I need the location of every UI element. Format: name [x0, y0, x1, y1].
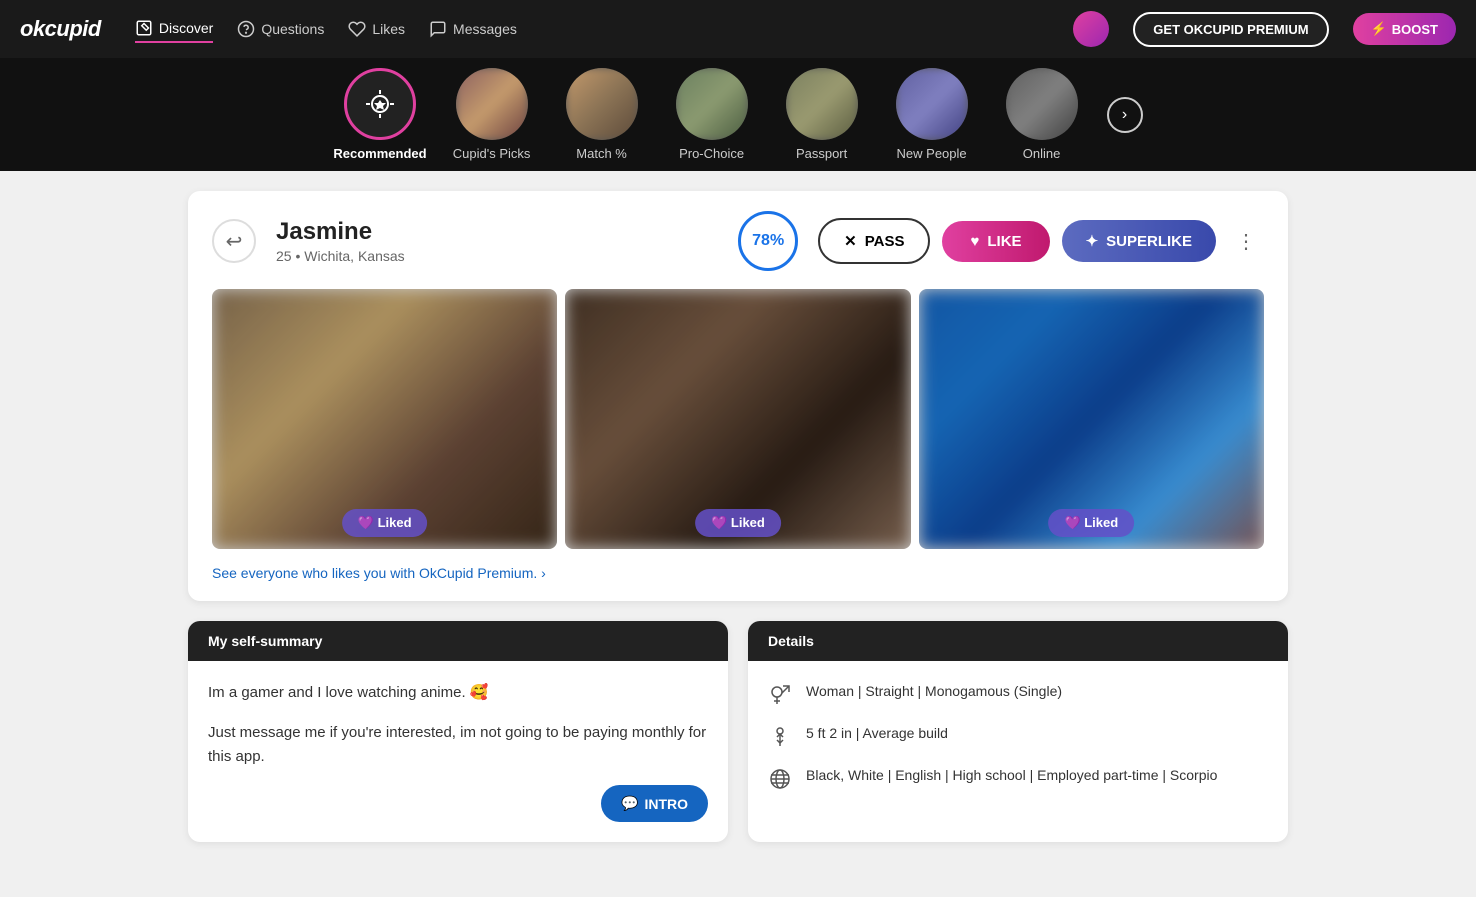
details-card: Details Woman | Straight | Monogamous (S…: [748, 621, 1288, 842]
match-percent-circle: 78%: [738, 211, 798, 271]
premium-button[interactable]: GET OKCUPID PREMIUM: [1133, 12, 1328, 47]
pro-choice-thumb: [676, 68, 748, 140]
self-summary-line1: Im a gamer and I love watching anime. 🥰: [208, 681, 708, 705]
detail-height: 5 ft 2 in | Average build: [768, 723, 1268, 749]
self-summary-card: My self-summary Im a gamer and I love wa…: [188, 621, 728, 842]
photo-2: 💜 Liked: [565, 289, 910, 549]
height-icon: [768, 725, 792, 749]
detail-gender: Woman | Straight | Monogamous (Single): [768, 681, 1268, 707]
undo-button[interactable]: ↩: [212, 219, 256, 263]
sun-icon: [362, 86, 398, 122]
bottom-grid: My self-summary Im a gamer and I love wa…: [188, 621, 1288, 842]
details-body: Woman | Straight | Monogamous (Single) 5…: [748, 661, 1288, 827]
details-header: Details: [748, 621, 1288, 661]
profile-name: Jasmine: [276, 218, 718, 246]
nav-discover[interactable]: Discover: [135, 15, 213, 43]
category-label: Passport: [796, 146, 847, 161]
chat-icon: 💬: [621, 795, 638, 812]
x-icon: ✕: [844, 232, 857, 250]
match-thumb: [566, 68, 638, 140]
heart-pink-icon: ♥: [970, 233, 979, 250]
new-people-thumb: [896, 68, 968, 140]
nav-questions[interactable]: Questions: [237, 16, 324, 42]
category-label: New People: [897, 146, 967, 161]
categories-next-button[interactable]: ›: [1107, 97, 1143, 133]
category-label: Match %: [576, 146, 627, 161]
photo-2-badge: 💜 Liked: [695, 509, 781, 537]
category-label: Cupid's Picks: [453, 146, 531, 161]
photo-1: 💜 Liked: [212, 289, 557, 549]
category-label: Online: [1023, 146, 1061, 161]
photo-1-badge: 💜 Liked: [342, 509, 428, 537]
cupids-picks-thumb: [456, 68, 528, 140]
category-online[interactable]: Online: [997, 68, 1087, 161]
photo-grid: 💜 Liked 💜 Liked 💜 Liked: [212, 289, 1264, 549]
heart-icon: [348, 20, 366, 38]
like-button[interactable]: ♥ LIKE: [942, 221, 1049, 262]
lightning-icon: ⚡: [1371, 21, 1387, 37]
profile-name-section: Jasmine 25 • Wichita, Kansas: [276, 218, 718, 264]
self-summary-header: My self-summary: [188, 621, 728, 661]
category-passport[interactable]: Passport: [777, 68, 867, 161]
message-icon: [429, 20, 447, 38]
gender-icon: [768, 683, 792, 707]
pass-button[interactable]: ✕ PASS: [818, 218, 930, 264]
category-recommended[interactable]: Recommended: [333, 68, 426, 161]
category-label: Pro-Choice: [679, 146, 744, 161]
app-logo: okcupid: [20, 16, 101, 42]
action-buttons: ✕ PASS ♥ LIKE ✦ SUPERLIKE ⋮: [818, 218, 1264, 264]
questions-icon: [237, 20, 255, 38]
intro-button[interactable]: 💬 INTRO: [601, 785, 708, 822]
recommended-thumb: [344, 68, 416, 140]
premium-upsell-link[interactable]: See everyone who likes you with OkCupid …: [212, 565, 1264, 581]
category-match[interactable]: Match %: [557, 68, 647, 161]
profile-location: 25 • Wichita, Kansas: [276, 248, 718, 264]
more-options-button[interactable]: ⋮: [1228, 223, 1264, 259]
superlike-icon: ✦: [1086, 232, 1099, 250]
passport-thumb: [786, 68, 858, 140]
user-avatar[interactable]: [1073, 11, 1109, 47]
photo-3: 💜 Liked: [919, 289, 1264, 549]
compass-icon: [135, 19, 153, 37]
globe-icon: [768, 767, 792, 791]
online-thumb: [1006, 68, 1078, 140]
self-summary-line2: Just message me if you're interested, im…: [208, 721, 708, 769]
category-cupids-picks[interactable]: Cupid's Picks: [447, 68, 537, 161]
self-summary-body: Im a gamer and I love watching anime. 🥰 …: [188, 661, 728, 842]
category-label: Recommended: [333, 146, 426, 161]
superlike-button[interactable]: ✦ SUPERLIKE: [1062, 220, 1216, 262]
nav-messages[interactable]: Messages: [429, 16, 517, 42]
profile-header: ↩ Jasmine 25 • Wichita, Kansas 78% ✕ PAS…: [212, 211, 1264, 271]
top-navigation: okcupid Discover Questions Likes Message…: [0, 0, 1476, 58]
category-bar: Recommended Cupid's Picks Match % Pro-Ch…: [0, 58, 1476, 171]
main-content: ↩ Jasmine 25 • Wichita, Kansas 78% ✕ PAS…: [168, 191, 1308, 842]
detail-background: Black, White | English | High school | E…: [768, 765, 1268, 791]
boost-button[interactable]: ⚡ BOOST: [1353, 13, 1456, 45]
category-new-people[interactable]: New People: [887, 68, 977, 161]
nav-likes[interactable]: Likes: [348, 16, 405, 42]
profile-card: ↩ Jasmine 25 • Wichita, Kansas 78% ✕ PAS…: [188, 191, 1288, 601]
category-pro-choice[interactable]: Pro-Choice: [667, 68, 757, 161]
photo-3-badge: 💜 Liked: [1048, 509, 1134, 537]
